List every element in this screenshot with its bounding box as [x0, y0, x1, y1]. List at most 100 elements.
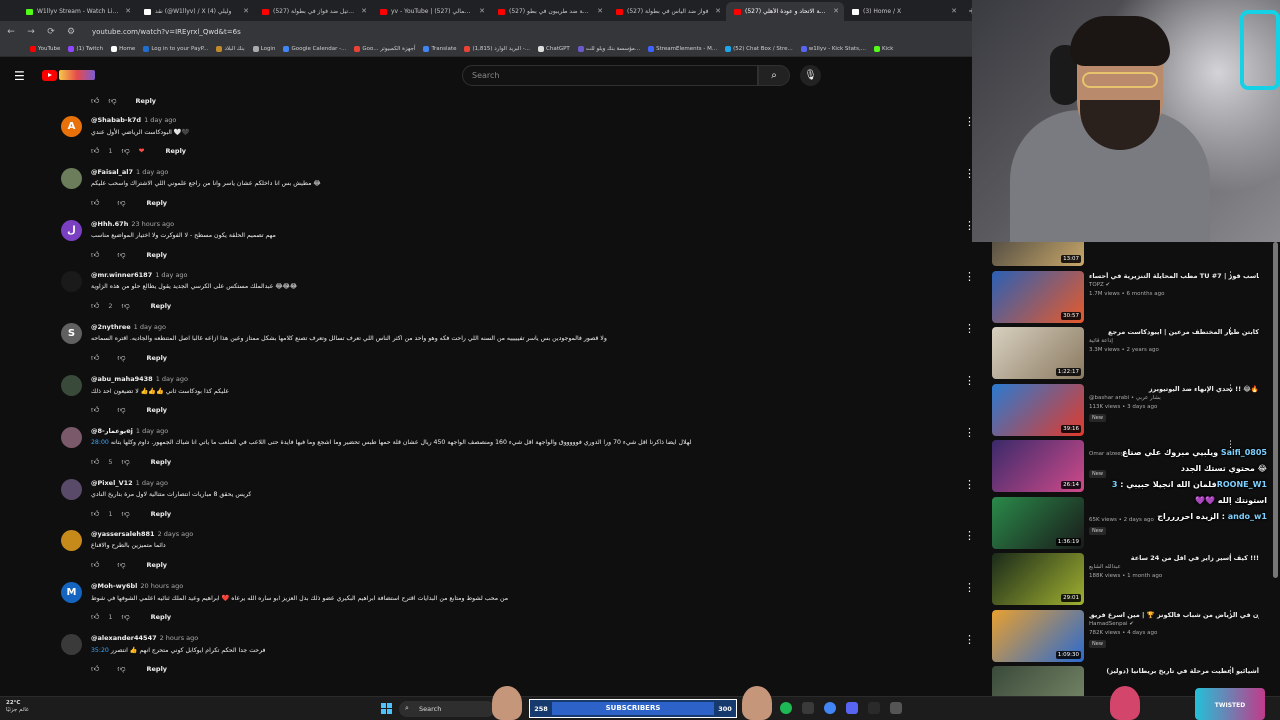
video-more-icon[interactable]: ⋮ [1226, 328, 1235, 337]
bookmark[interactable]: StreamElements - M... [648, 46, 717, 52]
video-more-icon[interactable]: ⋮ [1226, 384, 1235, 393]
more-options-icon[interactable]: ⋮ [964, 375, 972, 386]
comment-author[interactable]: @abu_maha9438 [91, 375, 153, 383]
browser-tab[interactable]: نقد (@W1llyv) / X (4) وليلي ✕ [136, 2, 254, 21]
reload-icon[interactable]: ⟳ [46, 27, 56, 37]
reply-button[interactable]: Reply [147, 251, 168, 259]
video-thumbnail[interactable]: 29:01 [992, 553, 1084, 605]
youtube-logo[interactable] [42, 69, 95, 81]
comment-author[interactable]: @Faisal_al7 [91, 168, 133, 176]
menu-icon[interactable]: ☰ [14, 69, 25, 83]
bookmark[interactable]: Kick [873, 46, 893, 52]
video-thumbnail[interactable]: 30:57 [992, 270, 1084, 323]
comment-time[interactable]: 2 hours ago [160, 634, 199, 642]
video-item[interactable]: 1:09:30تحدي الزرون في الرياض من شباب فال… [992, 609, 1277, 666]
bookmark[interactable]: (1,815) البريد الوارد -... [464, 46, 530, 52]
avatar[interactable] [61, 634, 82, 655]
video-channel[interactable]: عبدالله الشايع [1089, 564, 1121, 570]
video-thumbnail[interactable]: 1:22:17 [992, 327, 1084, 379]
avatar[interactable] [61, 426, 82, 448]
browser-tab[interactable]: W1llyv Stream - Watch Live on ✕ [18, 2, 136, 21]
browser-tab[interactable]: yv - YouTube | أبو شمالي (527) ✕ [372, 2, 490, 21]
comment-author[interactable]: @Hhh.67h [91, 220, 128, 228]
video-more-icon[interactable]: ⋮ [1226, 271, 1235, 280]
avatar[interactable] [61, 530, 82, 552]
browser-tab[interactable]: (527) نكسة الاتحاد و عودة الأهلي ✕ [726, 2, 844, 21]
windows-start-icon[interactable] [381, 703, 392, 714]
avatar[interactable] [61, 271, 82, 293]
comment-author[interactable]: @Moh-wy6bl [91, 582, 137, 590]
reply-button[interactable]: Reply [147, 665, 168, 673]
video-thumbnail[interactable]: 1:09:30 [992, 609, 1084, 662]
video-item[interactable]: 29:01 كيف اسير زاير في اقل من 24 ساعة !!!… [992, 553, 1277, 609]
obs-icon[interactable] [890, 702, 902, 714]
video-channel[interactable]: HamadSenpai ✔ [1089, 621, 1134, 627]
more-options-icon[interactable]: ⋮ [964, 479, 972, 490]
reply-button[interactable]: Reply [151, 613, 172, 621]
like-icon[interactable]: 👍︎ [91, 612, 99, 622]
like-icon[interactable]: 👍︎ [91, 198, 99, 208]
video-channel[interactable]: TOPZ ✔ [1089, 282, 1110, 288]
video-more-icon[interactable]: ⋮ [1226, 554, 1235, 563]
video-more-icon[interactable]: ⋮ [1226, 610, 1235, 619]
like-icon[interactable]: 👍︎ [91, 250, 99, 260]
comment-author[interactable]: @Shabab-k7d [91, 116, 141, 124]
comment-time[interactable]: 1 day ago [144, 116, 176, 124]
comment-author[interactable]: @Pixel_V12 [91, 479, 133, 487]
close-tab-icon[interactable]: ✕ [479, 7, 485, 15]
reply-button[interactable]: Reply [147, 406, 168, 414]
browser-tab[interactable]: دريجة ضد طريبون في بطو (527) ✕ [490, 2, 608, 21]
dislike-icon[interactable]: 👎︎ [117, 198, 125, 208]
more-options-icon[interactable]: ⋮ [964, 271, 972, 282]
more-options-icon[interactable]: ⋮ [964, 220, 972, 231]
reply-button[interactable]: Reply [166, 147, 187, 155]
comment-time[interactable]: 1 day ago [155, 271, 187, 279]
comment-author[interactable]: @alexander44547 [91, 634, 157, 642]
video-item[interactable]: 13:07Luxury KSA ✔3.1M views • 2 years ag… [992, 242, 1277, 270]
dislike-icon[interactable]: 👎︎ [122, 146, 130, 156]
chrome-icon[interactable] [824, 702, 836, 714]
more-options-icon[interactable]: ⋮ [964, 427, 972, 438]
browser-tab[interactable]: (3) Home / X ✕ [844, 2, 962, 21]
avatar[interactable]: A [61, 116, 82, 137]
reply-button[interactable]: Reply [151, 458, 172, 466]
more-options-icon[interactable]: ⋮ [964, 323, 972, 334]
reply-button[interactable]: Reply [147, 561, 168, 569]
bookmark[interactable]: w1llyv - Kick Stats,... [800, 46, 866, 52]
avatar[interactable] [61, 167, 82, 189]
bookmark[interactable]: Goo... أجهزة الكمبيوتر [354, 46, 415, 52]
close-tab-icon[interactable]: ✕ [715, 7, 721, 15]
video-thumbnail[interactable]: 26:14 [992, 440, 1084, 492]
dislike-icon[interactable]: 👎︎ [117, 353, 125, 363]
video-channel[interactable]: إداعة قاتية [1089, 338, 1113, 344]
app-icon[interactable] [802, 702, 814, 714]
bookmark[interactable]: Google Calendar -... [283, 46, 346, 52]
close-tab-icon[interactable]: ✕ [951, 7, 957, 15]
timestamp-link[interactable]: 35:20 [91, 647, 109, 654]
reply-button[interactable]: Reply [147, 199, 168, 207]
more-options-icon[interactable]: ⋮ [964, 582, 972, 593]
site-info-icon[interactable]: ⚙ [66, 27, 76, 37]
like-icon[interactable]: 👍︎ [91, 301, 99, 311]
close-tab-icon[interactable]: ✕ [243, 7, 249, 15]
discord-icon[interactable] [846, 702, 858, 714]
bookmark[interactable]: (52) Chat Box / Stre... [725, 46, 793, 52]
avatar[interactable]: M [61, 582, 82, 604]
avatar[interactable]: ل [61, 219, 82, 241]
comment-author[interactable]: @yassersaleh881 [91, 530, 155, 538]
video-item[interactable]: 30:57 مطب المحايلة التنزيرية في أحساء TU … [992, 270, 1277, 327]
weather-widget[interactable]: 22°C غائم جزئيًا [6, 700, 29, 714]
forward-icon[interactable]: → [26, 27, 36, 37]
browser-tab[interactable]: شوتيل ضد فواز في بطولة (527) ✕ [254, 2, 372, 21]
comment-author[interactable]: @mr.winner6187 [91, 271, 152, 279]
comment-time[interactable]: 2 days ago [158, 530, 194, 538]
dislike-icon[interactable]: 👎︎ [122, 301, 130, 311]
comment-time[interactable]: 1 day ago [136, 479, 168, 487]
avatar[interactable] [61, 478, 82, 500]
reply-button[interactable]: Reply [147, 354, 168, 362]
voice-search-button[interactable]: 🎙 [800, 65, 821, 86]
comment-time[interactable]: 1 day ago [136, 427, 168, 435]
bookmark[interactable]: (1) Twitch [68, 46, 103, 52]
comment-author[interactable]: @2nythree [91, 323, 131, 331]
dislike-icon[interactable]: 👎︎ [122, 457, 130, 467]
